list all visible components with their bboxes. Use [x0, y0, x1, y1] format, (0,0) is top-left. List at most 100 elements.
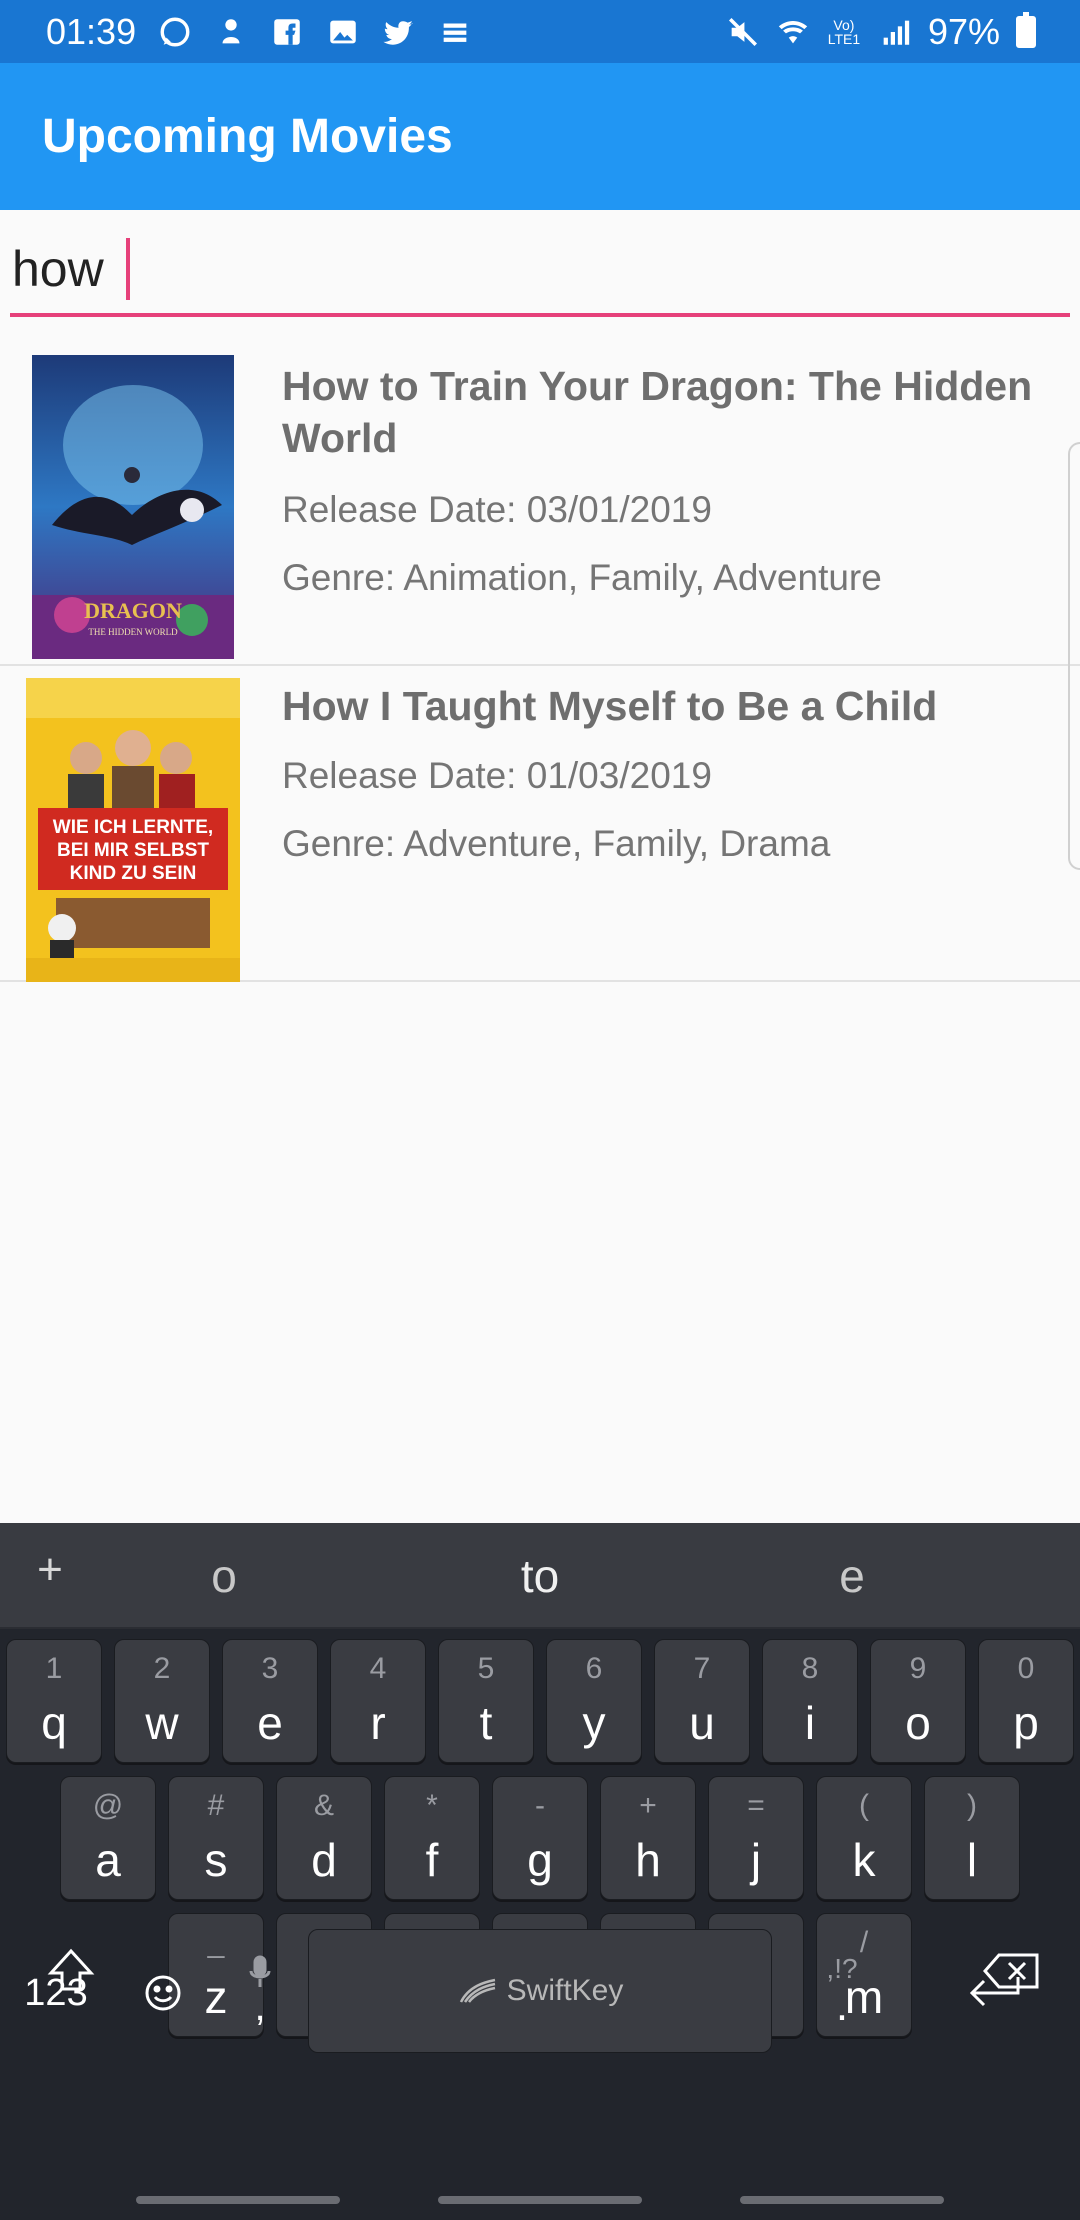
- key-secondary-label: -: [535, 1789, 545, 1822]
- key-d[interactable]: & d: [276, 1776, 372, 1900]
- key-label: f: [425, 1834, 439, 1886]
- key-secondary-label: *: [426, 1789, 438, 1822]
- wifi-icon: [776, 15, 810, 49]
- key-label: o: [905, 1697, 931, 1749]
- suggestion-right[interactable]: e: [752, 1549, 952, 1603]
- key-label: u: [689, 1697, 715, 1749]
- space-key[interactable]: SwiftKey: [308, 1929, 772, 2053]
- key-secondary-label: 3: [261, 1652, 279, 1685]
- emoji-icon: [145, 1975, 181, 2011]
- key-secondary-label: 4: [369, 1652, 387, 1685]
- key-secondary-label: ): [967, 1789, 977, 1822]
- image-icon: [326, 15, 360, 49]
- comma-key-label: ,: [254, 1984, 266, 2029]
- search-field[interactable]: [10, 225, 1070, 317]
- shift-icon: [47, 1948, 95, 1991]
- key-label: k: [852, 1834, 876, 1886]
- movie-release-date: Release Date: 03/01/2019: [282, 489, 712, 530]
- key-e[interactable]: 3e: [222, 1639, 318, 1763]
- key-l[interactable]: ) l: [924, 1776, 1020, 1900]
- key-label: e: [257, 1697, 283, 1749]
- suggestion-center[interactable]: to: [440, 1549, 640, 1603]
- key-secondary-label: @: [92, 1789, 124, 1822]
- movie-genre: Genre: Adventure, Family, Drama: [282, 823, 831, 864]
- suggestion-left[interactable]: o: [124, 1549, 324, 1603]
- key-label: h: [635, 1834, 661, 1886]
- movie-release-date: Release Date: 01/03/2019: [282, 755, 712, 796]
- key-label: g: [527, 1834, 553, 1886]
- key-secondary-label: 9: [909, 1652, 927, 1685]
- signal-icon: [878, 15, 912, 49]
- key-p[interactable]: 0p: [978, 1639, 1074, 1763]
- menu-icon: [438, 15, 472, 49]
- key-label: j: [750, 1834, 762, 1886]
- key-label: d: [311, 1834, 337, 1886]
- backspace-key[interactable]: [966, 1916, 1056, 2026]
- movie-poster: DRAGON THE HIDDEN WORLD: [32, 355, 234, 659]
- key-s[interactable]: # s: [168, 1776, 264, 1900]
- key-k[interactable]: (k: [816, 1776, 912, 1900]
- key-secondary-label: 7: [693, 1652, 711, 1685]
- twitter-icon: [382, 15, 416, 49]
- period-key-label: .: [835, 1981, 849, 2030]
- movie-genre: Genre: Animation, Family, Adventure: [282, 557, 882, 598]
- comma-key[interactable]: ,: [228, 1930, 292, 2054]
- toolbar-expand-button[interactable]: +: [30, 1545, 70, 1595]
- swiftkey-logo-icon: [459, 1978, 495, 2003]
- key-secondary-label: 1: [45, 1652, 63, 1685]
- key-a[interactable]: @ a: [60, 1776, 156, 1900]
- key-secondary-label: #: [207, 1789, 225, 1822]
- battery-icon: [1016, 11, 1036, 48]
- poster-title-line-1: WIE ICH LERNTE,: [53, 817, 213, 838]
- key-secondary-label: =: [747, 1789, 765, 1822]
- nav-handle-center: [438, 2196, 642, 2204]
- key-h[interactable]: + h: [600, 1776, 696, 1900]
- key-r[interactable]: 4r: [330, 1639, 426, 1763]
- key-t[interactable]: 5t: [438, 1639, 534, 1763]
- battery-percent: 97%: [927, 10, 1000, 52]
- key-u[interactable]: 7u: [654, 1639, 750, 1763]
- key-label: a: [95, 1834, 121, 1886]
- volte-icon: Vo) LTE1: [827, 16, 861, 47]
- nav-handle-right: [740, 2196, 944, 2204]
- space-key-label: SwiftKey: [506, 1974, 624, 2007]
- emoji-key[interactable]: [128, 1938, 198, 2048]
- key-w[interactable]: 2w: [114, 1639, 210, 1763]
- search-input[interactable]: [10, 240, 130, 298]
- key-secondary-label: 8: [801, 1652, 819, 1685]
- key-g[interactable]: -g: [492, 1776, 588, 1900]
- list-item[interactable]: WIE ICH LERNTE, BEI MIR SELBST KIND ZU S…: [0, 666, 1080, 982]
- page-title: Upcoming Movies: [42, 110, 453, 163]
- key-q[interactable]: 1q: [6, 1639, 102, 1763]
- key-label: t: [479, 1697, 493, 1749]
- app-bar: Upcoming Movies: [0, 63, 1080, 210]
- list-item[interactable]: DRAGON THE HIDDEN WORLD How to Train You…: [0, 340, 1080, 666]
- key-y[interactable]: 6y: [546, 1639, 642, 1763]
- status-time: 01:39: [46, 10, 137, 52]
- movie-list: DRAGON THE HIDDEN WORLD How to Train You…: [0, 340, 1080, 982]
- movie-title: How I Taught Myself to Be a Child: [282, 683, 938, 729]
- key-j[interactable]: = j: [708, 1776, 804, 1900]
- shift-key[interactable]: [30, 1916, 112, 2026]
- key-i[interactable]: 8i: [762, 1639, 858, 1763]
- movie-info: How I Taught Myself to Be a Child Releas…: [282, 680, 1050, 868]
- key-label: y: [582, 1697, 606, 1749]
- period-key[interactable]: ,!? .: [806, 1930, 878, 2054]
- key-secondary-label: 0: [1017, 1652, 1035, 1685]
- movie-info: How to Train Your Dragon: The Hidden Wor…: [282, 360, 1050, 602]
- notification-icon: [214, 15, 248, 49]
- poster-title-line-3: KIND ZU SEIN: [70, 863, 197, 884]
- facebook-icon: [270, 15, 304, 49]
- poster-subtitle-text: THE HIDDEN WORLD: [88, 627, 178, 637]
- suggestion-bar: + o to e: [0, 1523, 1080, 1629]
- whatsapp-icon: [158, 15, 192, 49]
- key-label: s: [204, 1834, 228, 1886]
- status-bar: 01:39 Vo) LTE1 97%: [0, 0, 1080, 63]
- poster-title-line-2: BEI MIR SELBST: [57, 840, 209, 861]
- key-label: w: [145, 1697, 179, 1749]
- key-o[interactable]: 9o: [870, 1639, 966, 1763]
- movie-title: How to Train Your Dragon: The Hidden Wor…: [282, 363, 1033, 461]
- key-secondary-label: (: [859, 1789, 869, 1822]
- key-f[interactable]: * f: [384, 1776, 480, 1900]
- poster-title-text: DRAGON: [84, 598, 182, 623]
